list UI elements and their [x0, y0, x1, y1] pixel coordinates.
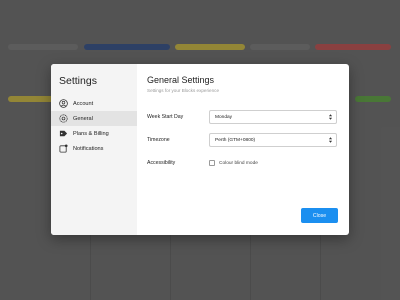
week-start-value: Monday: [215, 114, 233, 120]
sidebar-item-plans-billing[interactable]: Plans & Billing: [51, 126, 137, 141]
select-arrows-icon: [326, 135, 334, 145]
sidebar-item-label: Account: [73, 100, 94, 107]
timezone-label: Timezone: [147, 137, 170, 143]
tag-icon: [59, 129, 68, 138]
sidebar-title: Settings: [59, 75, 97, 87]
page-title: General Settings: [147, 75, 215, 85]
timezone-value: Perth (GTM+0800): [215, 137, 256, 143]
timezone-select[interactable]: Perth (GTM+0800): [209, 133, 337, 147]
sidebar-item-general[interactable]: General: [51, 111, 137, 126]
sidebar-item-label: Notifications: [73, 145, 104, 152]
settings-sidebar: Settings Account General Plans & Billing…: [51, 64, 137, 235]
notification-icon: [59, 144, 68, 153]
sidebar-item-label: General: [73, 115, 93, 122]
gear-icon: [59, 114, 68, 123]
week-start-label: Week Start Day: [147, 114, 184, 120]
page-subtitle: Settings for your Blocks experience: [147, 88, 220, 93]
week-start-select[interactable]: Monday: [209, 110, 337, 124]
close-button[interactable]: Close: [301, 208, 338, 223]
user-circle-icon: [59, 99, 68, 108]
sidebar-item-account[interactable]: Account: [51, 96, 137, 111]
colour-blind-label: Colour blind mode: [219, 160, 258, 166]
colour-blind-option[interactable]: Colour blind mode: [209, 160, 258, 166]
sidebar-item-label: Plans & Billing: [73, 130, 109, 137]
settings-dialog: Settings Account General Plans & Billing…: [51, 64, 349, 235]
colour-blind-checkbox[interactable]: [209, 160, 215, 166]
select-arrows-icon: [326, 112, 334, 122]
accessibility-label: Accessibility: [147, 160, 176, 166]
settings-content: General Settings Settings for your Block…: [137, 64, 349, 235]
sidebar-item-notifications[interactable]: Notifications: [51, 141, 137, 156]
